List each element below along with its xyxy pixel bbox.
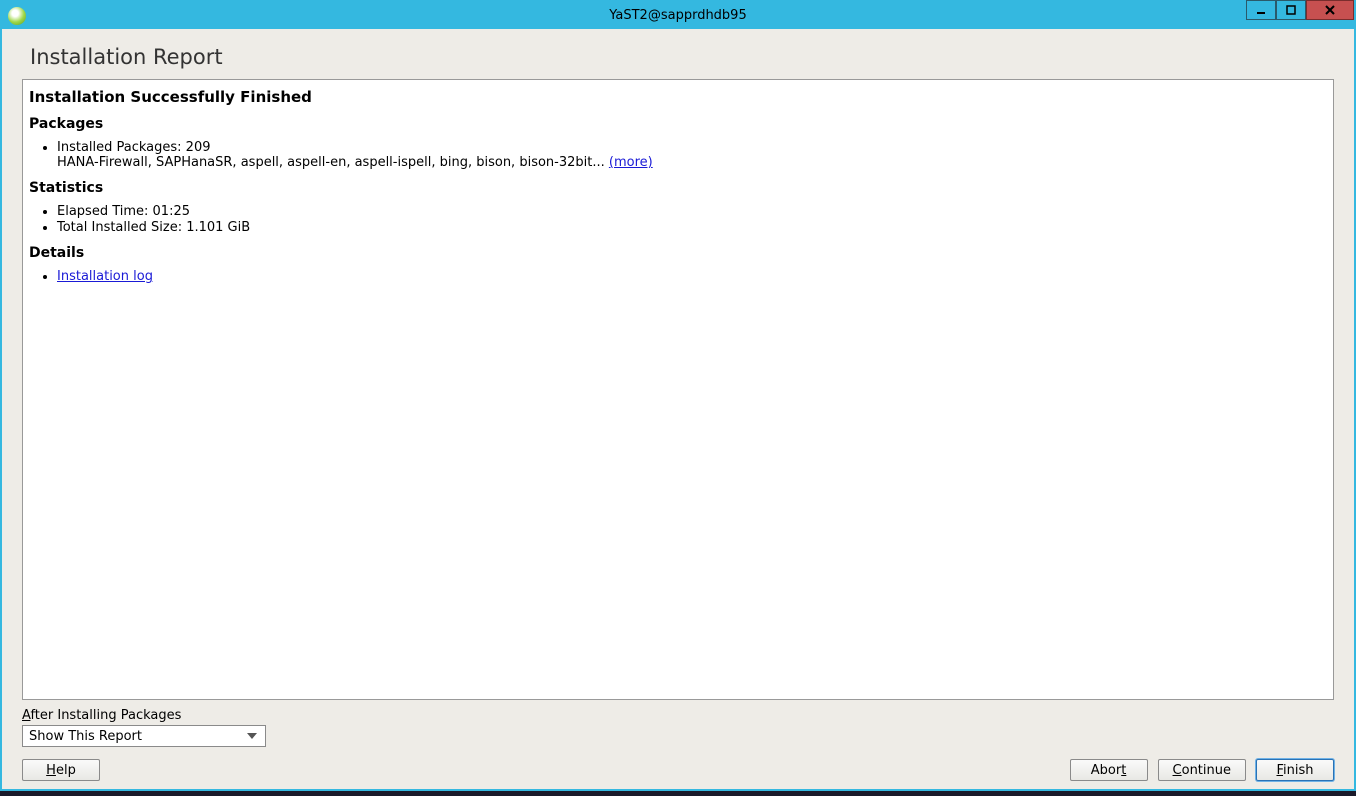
button-row: Help Abort Continue Finish <box>22 759 1334 781</box>
window-title: YaST2@sapprdhdb95 <box>2 8 1354 23</box>
installed-size: Total Installed Size: 1.101 GiB <box>57 220 1327 235</box>
package-names: HANA-Firewall, SAPHanaSR, aspell, aspell… <box>57 155 609 170</box>
statistics-list: Elapsed Time: 01:25 Total Installed Size… <box>57 204 1327 235</box>
abort-button[interactable]: Abort <box>1070 759 1148 781</box>
after-installing-combo[interactable]: Show This Report <box>22 725 266 747</box>
window: YaST2@sapprdhdb95 Installation Report In… <box>0 0 1356 791</box>
elapsed-time: Elapsed Time: 01:25 <box>57 204 1327 219</box>
client-area: Installation Report Installation Success… <box>2 29 1354 789</box>
close-icon <box>1324 4 1336 16</box>
maximize-button[interactable] <box>1276 0 1306 20</box>
after-installing-label: After Installing Packages <box>22 708 1334 723</box>
packages-item: Installed Packages: 209 HANA-Firewall, S… <box>57 140 1327 170</box>
packages-list: Installed Packages: 209 HANA-Firewall, S… <box>57 140 1327 170</box>
finish-button[interactable]: Finish <box>1256 759 1334 781</box>
report-heading: Installation Successfully Finished <box>29 88 1327 106</box>
continue-button[interactable]: Continue <box>1158 759 1246 781</box>
statistics-heading: Statistics <box>29 180 1327 196</box>
installed-count: Installed Packages: 209 <box>57 140 211 155</box>
details-item: Installation log <box>57 269 1327 284</box>
help-button[interactable]: Help <box>22 759 100 781</box>
installation-log-link[interactable]: Installation log <box>57 269 153 284</box>
more-link[interactable]: (more) <box>609 155 653 170</box>
yast-icon <box>8 7 26 25</box>
packages-heading: Packages <box>29 116 1327 132</box>
window-controls <box>1246 0 1354 20</box>
minimize-button[interactable] <box>1246 0 1276 20</box>
report-panel: Installation Successfully Finished Packa… <box>22 79 1334 700</box>
details-list: Installation log <box>57 269 1327 284</box>
footer: After Installing Packages Show This Repo… <box>22 700 1334 781</box>
maximize-icon <box>1286 5 1296 15</box>
details-heading: Details <box>29 245 1327 261</box>
page-title: Installation Report <box>30 45 1334 69</box>
chevron-down-icon <box>243 727 261 745</box>
close-button[interactable] <box>1306 0 1354 20</box>
minimize-icon <box>1256 5 1266 15</box>
taskbar <box>0 791 1356 796</box>
titlebar[interactable]: YaST2@sapprdhdb95 <box>2 2 1354 29</box>
combo-value: Show This Report <box>29 729 142 744</box>
